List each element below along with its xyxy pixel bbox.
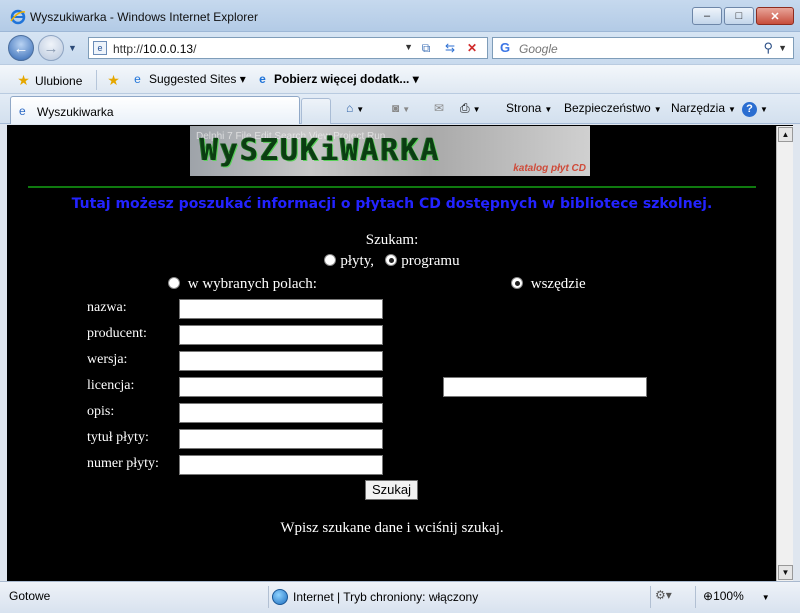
search-type-options: płyty, programu	[7, 253, 777, 270]
help-button[interactable]: ? ▼	[742, 101, 768, 117]
description-input[interactable]	[179, 403, 383, 423]
suggested-sites-link[interactable]: e Suggested Sites ▾	[130, 72, 246, 86]
scope-option-everywhere[interactable]: wszędzie	[511, 276, 586, 293]
get-more-addons-link[interactable]: e Pobierz więcej dodatk... ▾	[255, 72, 419, 86]
field-label-version: wersja:	[87, 352, 128, 367]
favorites-bar: ★ Ulubione ★ e Suggested Sites ▾ e Pobierz …	[0, 64, 800, 94]
google-icon: G	[497, 40, 513, 56]
tab-label: Wyszukiwarka	[37, 105, 114, 119]
type-option-cd[interactable]: płyty,	[324, 253, 374, 269]
home-button[interactable]: ⌂ ▼	[346, 101, 364, 115]
address-toolbar: ← → ▼ e http://10.0.0.13/ ▼ ⧉ ⇆ ✕ G Goog…	[0, 32, 800, 64]
safety-menu[interactable]: Bezpieczeństwo ▼	[564, 101, 662, 115]
cd-number-input[interactable]	[179, 455, 383, 475]
window-title: Wyszukiwarka - Windows Internet Explorer	[30, 10, 258, 24]
vertical-scrollbar[interactable]: ▲ ▼	[776, 126, 793, 581]
close-button[interactable]: ✕	[756, 7, 794, 25]
favorites-button[interactable]: ★ Ulubione	[16, 72, 82, 89]
tab-wyszukiwarka[interactable]: e Wyszukiwarka	[10, 96, 300, 124]
search-button[interactable]: Szukaj	[365, 480, 418, 500]
home-icon: ⌂	[346, 101, 354, 115]
field-label-name: nazwa:	[87, 300, 127, 315]
tools-menu[interactable]: Narzędzia ▼	[671, 101, 736, 115]
security-zone-label: Internet | Tryb chroniony: włączony	[293, 590, 479, 604]
feeds-button[interactable]: ◙ ▼	[392, 101, 410, 115]
hint-text: Wpisz szukane dane i wciśnij szukaj.	[280, 520, 504, 536]
maximize-button[interactable]: □	[724, 7, 754, 25]
mail-icon: ✉	[434, 101, 445, 115]
search-icon[interactable]: ⚲	[763, 40, 773, 56]
globe-icon	[272, 589, 288, 605]
search-box[interactable]: G Google ⚲ ▼	[492, 37, 794, 59]
compatibility-view-icon[interactable]: ⧉	[417, 40, 435, 56]
search-placeholder[interactable]: Google	[519, 42, 558, 56]
ie-page-icon: e	[259, 72, 266, 86]
page-viewport: Delphi 7 File Edit Search View Project R…	[7, 125, 793, 581]
name-input[interactable]	[179, 299, 383, 319]
mail-button[interactable]: ✉	[434, 101, 444, 115]
title-bar: Wyszukiwarka - Windows Internet Explorer…	[0, 0, 800, 32]
field-label-producer: producent:	[87, 326, 147, 341]
protected-mode-icon[interactable]: ⚙▾	[655, 588, 672, 602]
everywhere-input[interactable]	[443, 377, 647, 397]
status-divider	[268, 586, 269, 608]
radio-cd[interactable]	[324, 254, 337, 266]
status-divider	[695, 586, 696, 608]
status-divider	[650, 586, 651, 608]
site-logo: Delphi 7 File Edit Search View Project R…	[190, 126, 590, 176]
radio-everywhere[interactable]	[511, 277, 523, 289]
favorites-divider	[96, 70, 97, 90]
field-label-description: opis:	[87, 404, 115, 419]
license-input[interactable]	[179, 377, 383, 397]
logo-subtitle: katalog płyt CD	[513, 163, 586, 174]
type-option-program[interactable]: programu	[385, 253, 460, 269]
status-bar: Gotowe Internet | Tryb chroniony: włączo…	[0, 581, 800, 613]
status-text: Gotowe	[9, 589, 51, 603]
tab-bar: e Wyszukiwarka ⌂ ▼ ◙ ▼ ✉ ⎙ ▼ Strona ▼ Bezpie…	[0, 94, 800, 124]
help-icon: ?	[742, 102, 757, 117]
add-to-favorites-icon: ★	[107, 72, 120, 88]
forward-button[interactable]: →	[38, 35, 64, 61]
internet-explorer-icon	[10, 9, 26, 25]
radio-selected-fields[interactable]	[168, 277, 180, 289]
scroll-up-icon[interactable]: ▲	[778, 127, 793, 142]
page-menu[interactable]: Strona ▼	[506, 101, 552, 115]
scope-option-selected-fields[interactable]: w wybranych polach:	[168, 276, 317, 293]
back-button[interactable]: ←	[8, 35, 34, 61]
new-tab-button[interactable]	[301, 98, 331, 124]
field-label-cd-title: tytuł płyty:	[87, 430, 149, 445]
cd-title-input[interactable]	[179, 429, 383, 449]
scroll-down-icon[interactable]: ▼	[778, 565, 793, 580]
ie-page-icon: e	[134, 72, 141, 86]
producer-input[interactable]	[179, 325, 383, 345]
intro-text: Tutaj możesz poszukać informacji o płyta…	[71, 196, 713, 212]
field-label-license: licencja:	[87, 378, 135, 393]
version-input[interactable]	[179, 351, 383, 371]
radio-program[interactable]	[385, 254, 398, 266]
search-options-dropdown-icon[interactable]: ▼	[778, 43, 787, 53]
printer-icon: ⎙	[460, 101, 470, 115]
print-button[interactable]: ⎙ ▼	[460, 101, 481, 116]
add-favorite-button[interactable]: ★	[106, 72, 125, 89]
minimize-button[interactable]: –	[692, 7, 722, 25]
ie-tab-icon: e	[19, 104, 26, 118]
address-dropdown-icon[interactable]: ▼	[404, 42, 413, 52]
zoom-icon: ⊕	[703, 589, 714, 603]
page-icon: e	[93, 41, 107, 55]
rss-icon: ◙	[392, 101, 400, 115]
address-bar[interactable]: e http://10.0.0.13/ ▼ ⧉ ⇆ ✕	[88, 37, 488, 59]
recent-pages-dropdown-icon[interactable]: ▼	[68, 43, 77, 53]
zoom-control[interactable]: ⊕100% ▼	[703, 589, 770, 603]
refresh-icon[interactable]: ⇆	[441, 40, 459, 56]
url-text[interactable]: http://10.0.0.13/	[113, 42, 196, 56]
security-zone[interactable]: Internet | Tryb chroniony: włączony	[272, 586, 478, 608]
field-label-cd-number: numer płyty:	[87, 456, 159, 471]
stop-icon[interactable]: ✕	[463, 40, 481, 56]
favorites-star-icon: ★	[17, 72, 30, 88]
header-divider	[28, 186, 756, 188]
logo-wordmark: WySZUKiWARKA	[200, 133, 441, 168]
search-for-label: Szukam:	[365, 232, 419, 248]
